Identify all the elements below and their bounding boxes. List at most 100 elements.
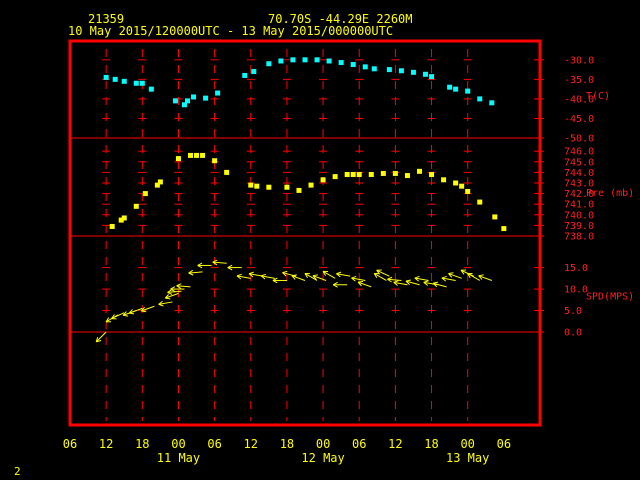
temperature-point [148, 86, 154, 92]
pressure-point [254, 183, 260, 189]
pressure-point [441, 177, 447, 183]
pressure-point [380, 170, 386, 176]
pressure-point [392, 170, 398, 176]
temperature-point [453, 86, 459, 92]
wind-arrow [95, 331, 107, 343]
temperature-point [103, 74, 109, 80]
x-tick-label: 18 [280, 437, 294, 451]
pressure-point [188, 152, 194, 158]
pressure-point [477, 199, 483, 205]
temperature-point [185, 98, 190, 104]
wind-arrow-head [312, 274, 318, 277]
x-tick-label: 06 [63, 437, 77, 451]
wind-arrow-head [248, 271, 254, 275]
temperature-point [172, 98, 178, 104]
x-tick-label: 06 [497, 437, 511, 451]
x-tick-label: 12 [244, 437, 258, 451]
pressure-point [465, 188, 471, 194]
pressure-point [109, 223, 115, 229]
y-tick-label: 746.0 [564, 147, 594, 158]
pressure-point [459, 183, 465, 189]
wind-arrow-head [478, 274, 484, 277]
temperature-point [112, 76, 118, 82]
time-range: 10 May 2015/120000UTC - 13 May 2015/0000… [68, 24, 393, 38]
pressure-point [416, 168, 422, 174]
temperature-point [386, 67, 392, 73]
pressure-point [356, 172, 362, 178]
pressure-point [332, 174, 338, 180]
pressure-point [453, 180, 459, 186]
wind-arrow-head [441, 275, 447, 279]
temperature-point [242, 72, 248, 78]
meteogram-plot: 21359 70.70S -44.29E 2260M 10 May 2015/1… [14, 12, 634, 478]
temperature-point [429, 74, 435, 80]
temperature-point [290, 57, 296, 63]
pressure-point [133, 203, 139, 209]
y-tick-label: 744.0 [564, 168, 594, 179]
pressure-point [429, 172, 435, 178]
pressure-point [404, 173, 410, 179]
page-number: 2 [14, 465, 21, 478]
pressure-point [121, 215, 127, 221]
temperature-point [215, 90, 221, 96]
temperature-point [423, 71, 429, 77]
pressure-point [142, 191, 148, 197]
y-tick-label: -50.0 [564, 134, 594, 145]
x-tick-label: 18 [424, 437, 438, 451]
temperature-point [398, 68, 404, 74]
wind-arrow-head [405, 279, 411, 282]
x-tick-label: 12 [388, 437, 402, 451]
pressure-point [284, 184, 290, 190]
temperature-point [465, 88, 471, 94]
temperature-point [251, 69, 257, 75]
y-tick-label: 740.0 [564, 210, 594, 221]
temperature-point [410, 69, 416, 75]
panel-label: T(C) [586, 91, 610, 102]
wind-arrow-head [432, 281, 439, 284]
y-tick-label: -35.0 [564, 75, 594, 86]
pressure-point [501, 226, 507, 232]
wind-arrow-head [358, 280, 364, 283]
panel-label: SPD(MPS) [586, 292, 634, 303]
y-tick-label: 0.0 [564, 328, 582, 339]
temperature-point [121, 78, 127, 84]
y-tick-label: 739.0 [564, 221, 594, 232]
pressure-point [266, 184, 272, 190]
date-label: 11 May [157, 451, 200, 465]
temperature-point [447, 84, 453, 90]
y-tick-label: 741.0 [564, 200, 594, 211]
x-tick-label: 00 [316, 437, 330, 451]
temperature-point [350, 62, 356, 68]
temperature-point [314, 57, 320, 63]
y-tick-label: -45.0 [564, 114, 594, 125]
wind-arrow-head [260, 273, 266, 277]
x-tick-label: 00 [171, 437, 185, 451]
pressure-point [492, 214, 498, 220]
wind-arrow-head [448, 272, 454, 275]
temperature-point [191, 94, 197, 100]
x-tick-label: 06 [207, 437, 221, 451]
temperature-point [302, 57, 308, 63]
wind-arrow-head [336, 271, 342, 275]
wind-arrow-head [351, 275, 357, 279]
wind-arrow-head [158, 303, 164, 307]
temperature-point [326, 58, 332, 64]
y-tick-label: -30.0 [564, 55, 594, 66]
wind-arrow-head [129, 312, 135, 315]
temperature-point [266, 61, 272, 67]
temperature-point [139, 80, 145, 86]
pressure-point [200, 152, 206, 158]
temperature-point [203, 95, 209, 101]
temperature-point [133, 80, 139, 86]
pressure-point [175, 156, 181, 162]
pressure-point [350, 172, 356, 178]
pressure-point [212, 158, 218, 164]
temperature-point [477, 96, 483, 102]
wind-arrow-head [123, 314, 129, 317]
pressure-point [308, 182, 314, 188]
date-label: 13 May [446, 451, 489, 465]
pressure-point [157, 179, 163, 185]
pressure-point [296, 187, 302, 193]
pressure-point [224, 169, 230, 175]
wind-arrow-head [414, 275, 420, 279]
